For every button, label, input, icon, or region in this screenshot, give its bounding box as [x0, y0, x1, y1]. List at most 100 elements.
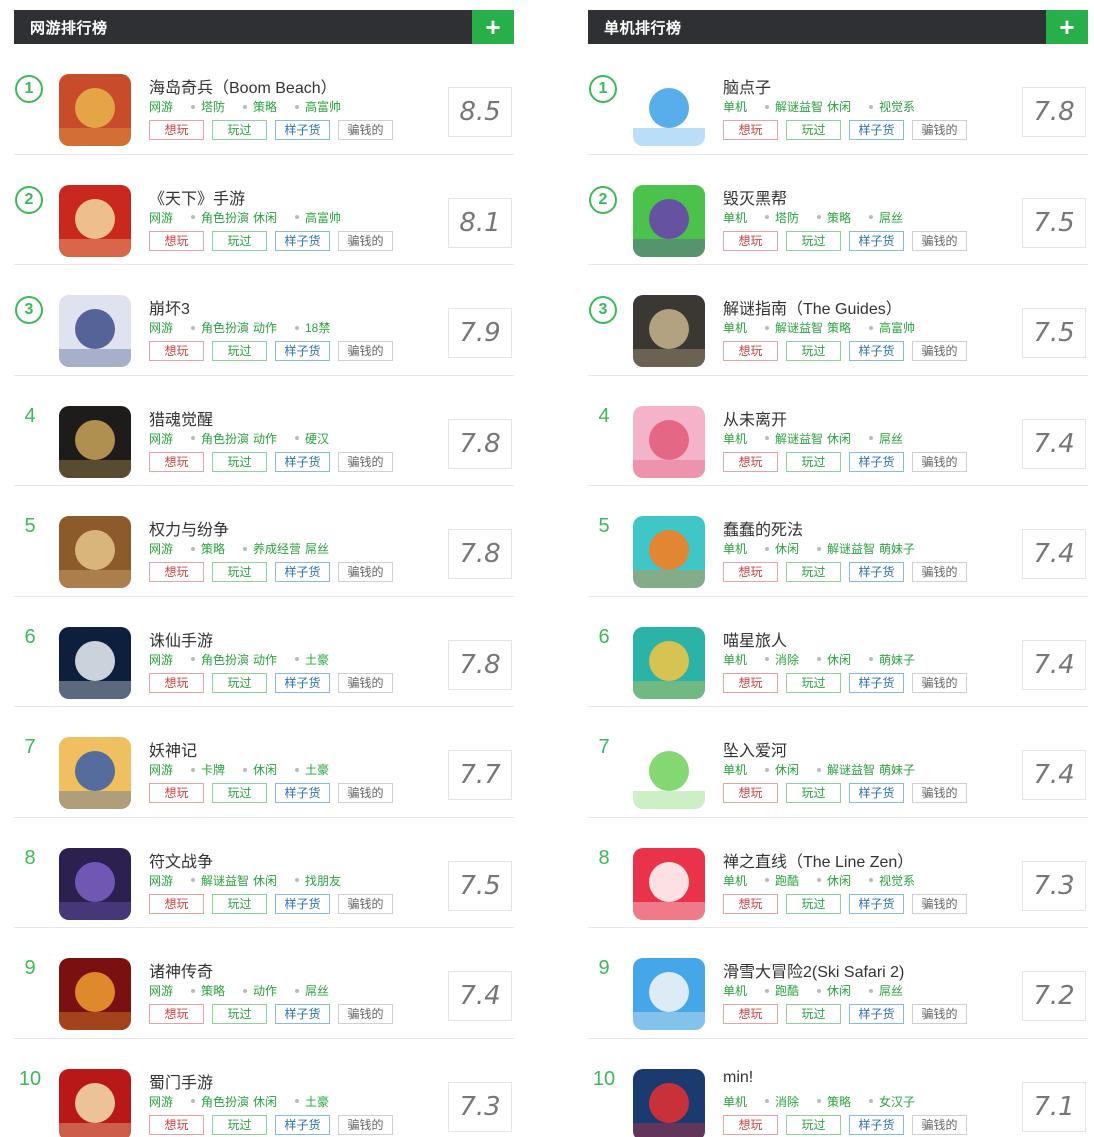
category-tag[interactable]: 单机	[723, 98, 771, 115]
played-button[interactable]: 玩过	[212, 451, 267, 472]
category-tag[interactable]: 解谜益智	[775, 430, 823, 447]
played-button[interactable]: 玩过	[212, 1004, 267, 1024]
category-tag[interactable]: 单机	[723, 430, 771, 447]
money-grab-button[interactable]: 骗钱的	[338, 562, 393, 582]
played-button[interactable]: 玩过	[786, 1114, 841, 1135]
want-button[interactable]: 想玩	[723, 230, 778, 251]
category-tag[interactable]: 策略	[253, 98, 301, 115]
looks-only-button[interactable]: 样子货	[275, 672, 330, 693]
category-tag[interactable]: 动作	[253, 319, 301, 336]
category-tag[interactable]: 休闲	[775, 761, 823, 778]
game-name-link[interactable]: 喵星旅人	[723, 627, 787, 651]
category-tag[interactable]: 硬汉	[305, 430, 329, 447]
category-tag[interactable]: 土豪	[305, 761, 329, 778]
looks-only-button[interactable]: 样子货	[275, 120, 330, 140]
category-tag[interactable]: 策略	[827, 319, 875, 336]
category-tag[interactable]: 休闲	[253, 1093, 301, 1110]
category-tag[interactable]: 单机	[723, 540, 771, 557]
want-button[interactable]: 想玩	[723, 893, 778, 914]
want-button[interactable]: 想玩	[149, 1114, 204, 1135]
category-tag[interactable]: 跑酷	[775, 872, 823, 889]
category-tag[interactable]: 网游	[149, 651, 197, 668]
category-tag[interactable]: 单机	[723, 319, 771, 336]
category-tag[interactable]: 18禁	[305, 319, 330, 336]
played-button[interactable]: 玩过	[212, 672, 267, 693]
money-grab-button[interactable]: 骗钱的	[912, 341, 967, 361]
game-name-link[interactable]: 脑点子	[723, 74, 771, 98]
money-grab-button[interactable]: 骗钱的	[912, 783, 967, 803]
category-tag[interactable]: 高富帅	[879, 319, 915, 336]
money-grab-button[interactable]: 骗钱的	[338, 783, 393, 803]
category-tag[interactable]: 屌丝	[879, 209, 903, 226]
want-button[interactable]: 想玩	[149, 120, 204, 140]
boom-beach-icon[interactable]	[59, 74, 131, 146]
looks-only-button[interactable]: 样子货	[849, 562, 904, 582]
chunchun-icon[interactable]	[633, 516, 705, 588]
category-tag[interactable]: 角色扮演	[201, 319, 249, 336]
category-tag[interactable]: 卡牌	[201, 761, 249, 778]
money-grab-button[interactable]: 骗钱的	[912, 562, 967, 582]
played-button[interactable]: 玩过	[212, 562, 267, 582]
game-name-link[interactable]: 海岛奇兵（Boom Beach）	[149, 74, 337, 98]
played-button[interactable]: 玩过	[786, 783, 841, 803]
category-tag[interactable]: 女汉子	[879, 1093, 915, 1110]
want-button[interactable]: 想玩	[149, 1004, 204, 1024]
category-tag[interactable]: 网游	[149, 982, 197, 999]
played-button[interactable]: 玩过	[212, 783, 267, 803]
category-tag[interactable]: 网游	[149, 540, 197, 557]
category-tag[interactable]: 休闲	[775, 540, 823, 557]
played-button[interactable]: 玩过	[786, 672, 841, 693]
game-name-link[interactable]: 禅之直线（The Line Zen）	[723, 848, 913, 872]
category-tag[interactable]: 休闲	[827, 651, 875, 668]
looks-only-button[interactable]: 样子货	[275, 341, 330, 361]
category-tag[interactable]: 网游	[149, 761, 197, 778]
more-button[interactable]: +	[1046, 10, 1088, 44]
money-grab-button[interactable]: 骗钱的	[338, 120, 393, 140]
looks-only-button[interactable]: 样子货	[275, 1114, 330, 1135]
money-grab-button[interactable]: 骗钱的	[912, 230, 967, 251]
looks-only-button[interactable]: 样子货	[275, 451, 330, 472]
category-tag[interactable]: 动作	[253, 430, 301, 447]
looks-only-button[interactable]: 样子货	[849, 341, 904, 361]
want-button[interactable]: 想玩	[149, 341, 204, 361]
category-tag[interactable]: 萌妹子	[879, 651, 915, 668]
category-tag[interactable]: 萌妹子	[879, 761, 915, 778]
category-tag[interactable]: 角色扮演	[201, 209, 249, 226]
game-name-link[interactable]: 符文战争	[149, 848, 213, 872]
want-button[interactable]: 想玩	[723, 783, 778, 803]
category-tag[interactable]: 休闲	[827, 98, 875, 115]
played-button[interactable]: 玩过	[212, 893, 267, 914]
guides-icon[interactable]	[633, 295, 705, 367]
want-button[interactable]: 想玩	[723, 341, 778, 361]
looks-only-button[interactable]: 样子货	[849, 120, 904, 140]
honkai-icon[interactable]	[59, 295, 131, 367]
shumen-icon[interactable]	[59, 1068, 131, 1137]
game-name-link[interactable]: 滑雪大冒险2(Ski Safari 2)	[723, 958, 904, 982]
game-name-link[interactable]: 妖神记	[149, 737, 197, 761]
gang-icon[interactable]	[633, 184, 705, 257]
category-tag[interactable]: 屌丝	[305, 982, 329, 999]
game-name-link[interactable]: 崩坏3	[149, 295, 190, 319]
looks-only-button[interactable]: 样子货	[849, 230, 904, 251]
linezen-icon[interactable]	[633, 847, 705, 920]
category-tag[interactable]: 角色扮演	[201, 651, 249, 668]
want-button[interactable]: 想玩	[149, 230, 204, 251]
category-tag[interactable]: 单机	[723, 761, 771, 778]
looks-only-button[interactable]: 样子货	[849, 672, 904, 693]
game-name-link[interactable]: min!	[723, 1069, 753, 1087]
want-button[interactable]: 想玩	[149, 783, 204, 803]
category-tag[interactable]: 网游	[149, 209, 197, 226]
want-button[interactable]: 想玩	[723, 1004, 778, 1024]
category-tag[interactable]: 休闲	[253, 761, 301, 778]
money-grab-button[interactable]: 骗钱的	[338, 1004, 393, 1024]
played-button[interactable]: 玩过	[786, 451, 841, 472]
category-tag[interactable]: 单机	[723, 209, 771, 226]
category-tag[interactable]: 土豪	[305, 651, 329, 668]
category-tag[interactable]: 单机	[723, 1093, 771, 1110]
category-tag[interactable]: 休闲	[827, 982, 875, 999]
category-tag[interactable]: 消除	[775, 651, 823, 668]
category-tag[interactable]: 网游	[149, 1093, 197, 1110]
game-name-link[interactable]: 蠢蠢的死法	[723, 516, 803, 540]
money-grab-button[interactable]: 骗钱的	[338, 341, 393, 361]
game-name-link[interactable]: 解谜指南（The Guides）	[723, 295, 902, 319]
